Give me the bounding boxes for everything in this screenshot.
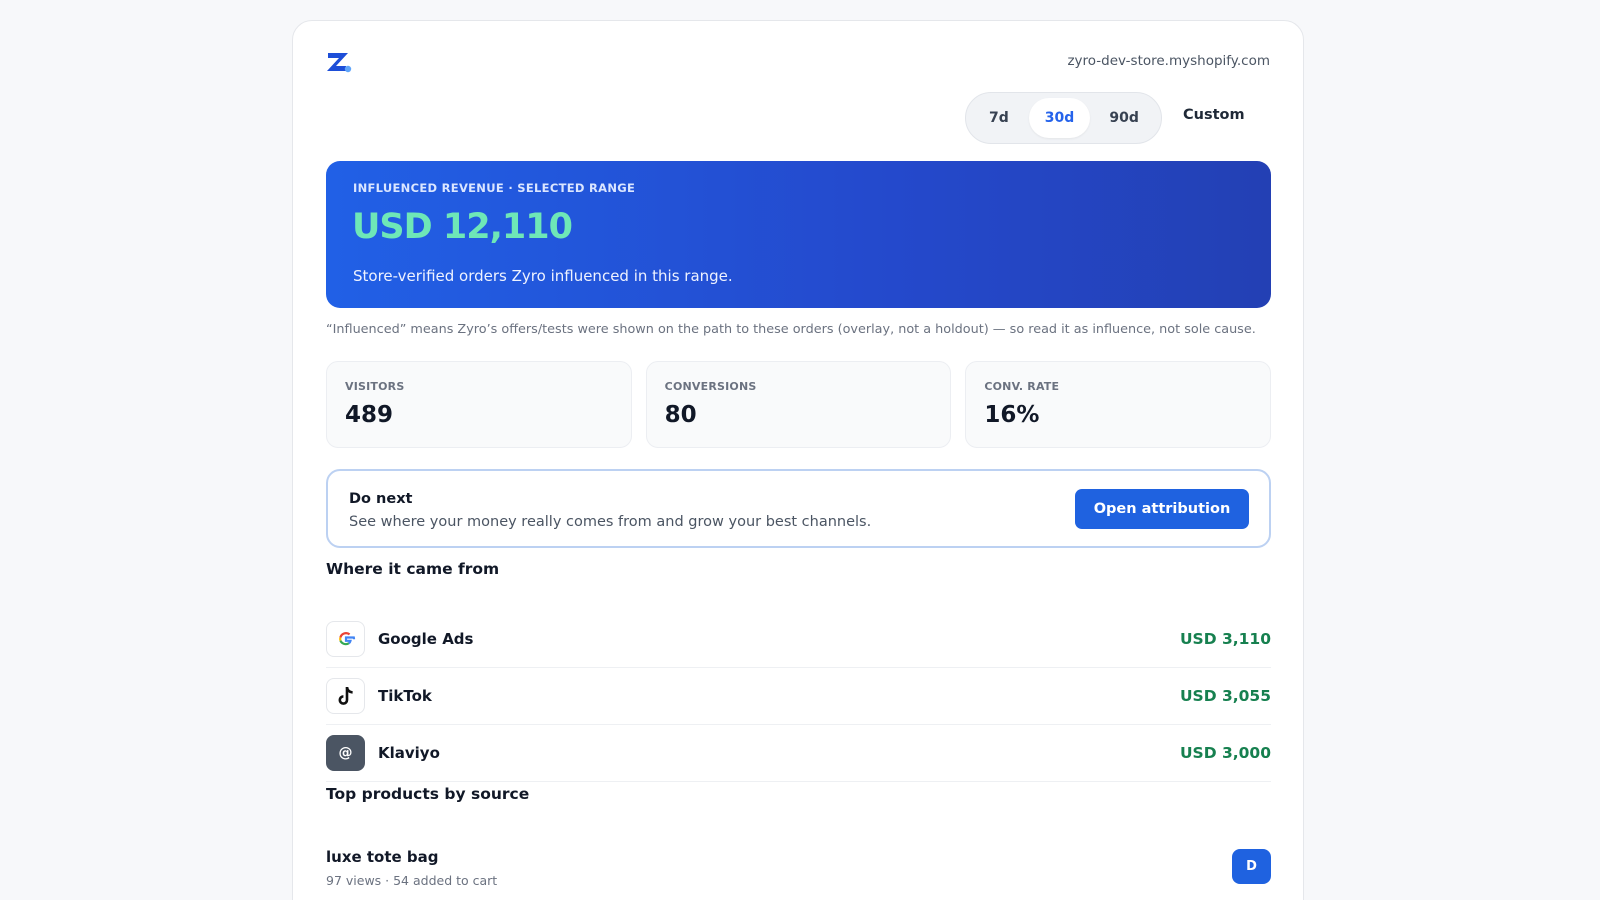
stat-label: CONV. RATE <box>984 380 1060 393</box>
revenue-hero: INFLUENCED REVENUE · SELECTED RANGE USD … <box>326 161 1271 308</box>
zyro-logo-icon <box>327 53 352 73</box>
source-name: Google Ads <box>378 630 474 648</box>
do-next-panel: Do next See where your money really come… <box>326 469 1271 548</box>
sources-section-title: Where it came from <box>326 560 500 578</box>
source-name: TikTok <box>378 687 432 705</box>
hero-label: INFLUENCED REVENUE · SELECTED RANGE <box>353 181 636 195</box>
stat-value: 80 <box>664 402 697 428</box>
range-90d-button[interactable]: 90d <box>1092 98 1156 138</box>
source-row-tiktok[interactable]: TikTok USD 3,055 <box>326 668 1271 725</box>
range-custom-button[interactable]: Custom <box>1169 107 1259 123</box>
google-icon <box>326 621 365 657</box>
stat-label: VISITORS <box>345 380 405 393</box>
source-value: USD 3,110 <box>1179 630 1271 648</box>
sources-list: Google Ads USD 3,110 TikTok USD 3,055 @ … <box>326 611 1271 782</box>
source-name: Klaviyo <box>378 744 440 762</box>
open-attribution-button[interactable]: Open attribution <box>1075 489 1249 529</box>
store-domain: zyro-dev-store.myshopify.com <box>1067 53 1270 69</box>
at-sign-icon: @ <box>326 735 365 771</box>
stat-conversions: CONVERSIONS 80 <box>645 361 952 448</box>
tiktok-icon <box>326 678 365 714</box>
stat-visitors: VISITORS 489 <box>326 361 632 448</box>
product-source-badge[interactable]: D <box>1232 849 1271 884</box>
source-value: USD 3,055 <box>1179 687 1271 705</box>
product-meta: 97 views · 54 added to cart <box>326 873 498 888</box>
do-next-title: Do next <box>349 491 413 507</box>
stat-value: 489 <box>345 402 394 428</box>
influence-note: “Influenced” means Zyro’s offers/tests w… <box>326 322 1256 337</box>
source-row-klaviyo[interactable]: @ Klaviyo USD 3,000 <box>326 725 1271 782</box>
source-row-google-ads[interactable]: Google Ads USD 3,110 <box>326 611 1271 668</box>
stat-value: 16% <box>984 402 1040 428</box>
do-next-text: See where your money really comes from a… <box>349 514 872 530</box>
range-30d-button[interactable]: 30d <box>1028 98 1091 138</box>
source-value: USD 3,000 <box>1179 744 1271 762</box>
hero-revenue-value: USD 12,110 <box>352 207 573 247</box>
product-row[interactable]: luxe tote bag 97 views · 54 added to car… <box>326 844 1271 900</box>
hero-subtitle: Store-verified orders Zyro influenced in… <box>353 267 733 285</box>
date-range-selector: 7d 30d 90d <box>965 92 1162 144</box>
product-name: luxe tote bag <box>326 848 439 866</box>
products-section-title: Top products by source <box>326 785 530 803</box>
dashboard-card: zyro-dev-store.myshopify.com 7d 30d 90d … <box>292 20 1304 900</box>
stat-label: CONVERSIONS <box>664 380 757 393</box>
stats-row: VISITORS 489 CONVERSIONS 80 CONV. RATE 1… <box>326 361 1272 448</box>
range-7d-button[interactable]: 7d <box>971 98 1027 138</box>
stat-conv-rate: CONV. RATE 16% <box>965 361 1272 448</box>
